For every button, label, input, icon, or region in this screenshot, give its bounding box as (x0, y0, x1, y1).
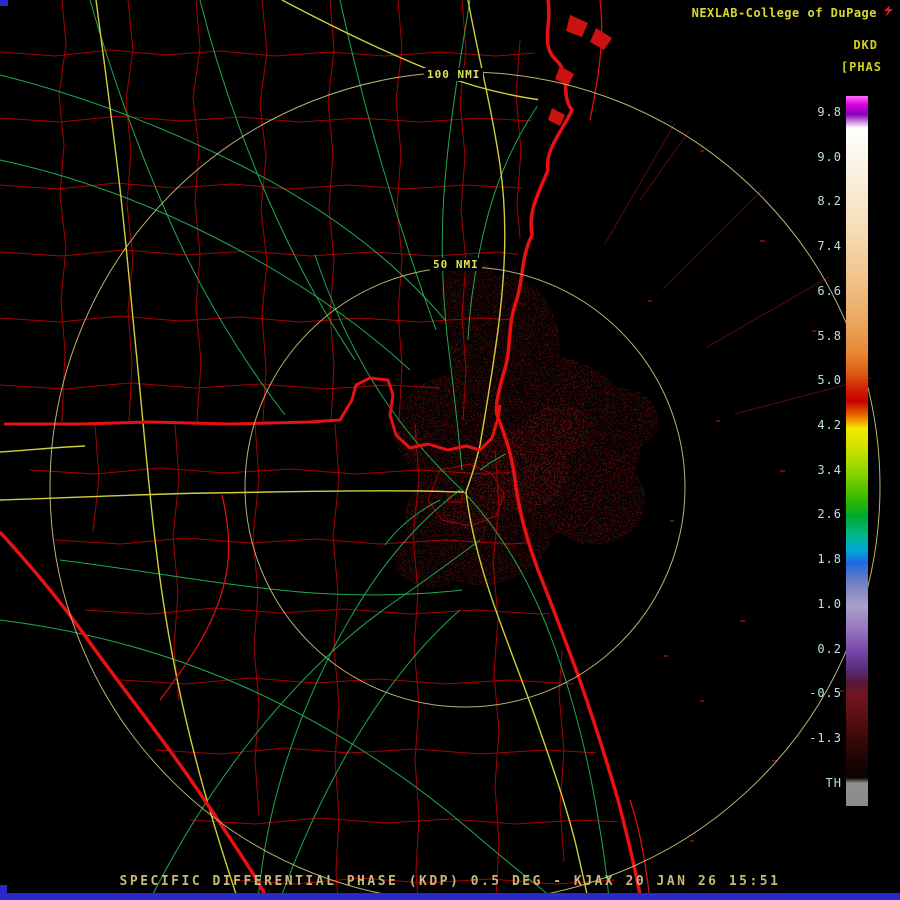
colorbar-tick: 9.8 (817, 105, 842, 119)
site-title: NEXLAB-College of DuPage (691, 5, 877, 20)
colorbar-tick: 7.4 (817, 239, 842, 254)
colorbar-tick: 3.4 (817, 462, 842, 477)
colorbar-tick: -1.3 (809, 731, 842, 746)
product-id-label: DKD (853, 38, 878, 52)
colorbar-tick: 6.6 (817, 283, 842, 298)
colorbar-gradient (846, 96, 868, 806)
header-title-bar: NEXLAB-College of DuPage (692, 4, 894, 21)
colorbar-tick: 0.2 (817, 641, 842, 656)
colorbar-tick: 1.8 (817, 552, 842, 567)
product-caption: SPECIFIC DIFFERENTIAL PHASE (KDP) 0.5 DE… (119, 874, 781, 889)
footer-left-notch (0, 885, 7, 900)
colorbar-tick-threshold: TH (825, 775, 842, 790)
top-left-corner-mark (0, 0, 8, 6)
colorbar-tick: 2.6 (817, 507, 842, 522)
colorbar-tick: 8.2 (817, 194, 842, 209)
colorbar-tick: 5.0 (817, 373, 842, 388)
colorbar-tick: 5.8 (817, 328, 842, 343)
range-ring-label-100nmi: 100 NMI (424, 68, 484, 81)
footer-accent-bar (0, 893, 900, 900)
radar-map (0, 0, 881, 900)
colorbar-tick-labels: 9.8 9.0 8.2 7.4 6.6 5.8 5.0 4.2 3.4 2.6 … (792, 105, 842, 790)
colorbar-tick: 9.0 (817, 149, 842, 164)
product-units-label: [PHAS (840, 60, 882, 74)
range-ring-label-50nmi: 50 NMI (430, 258, 482, 271)
cod-logo-icon (882, 4, 894, 21)
colorbar-tick: 1.0 (817, 596, 842, 611)
radar-display: 100 NMI 50 NMI NEXLAB-College of DuPage … (0, 0, 900, 900)
colorbar-tick: -0.5 (809, 686, 842, 701)
colorbar-tick: 4.2 (817, 418, 842, 433)
